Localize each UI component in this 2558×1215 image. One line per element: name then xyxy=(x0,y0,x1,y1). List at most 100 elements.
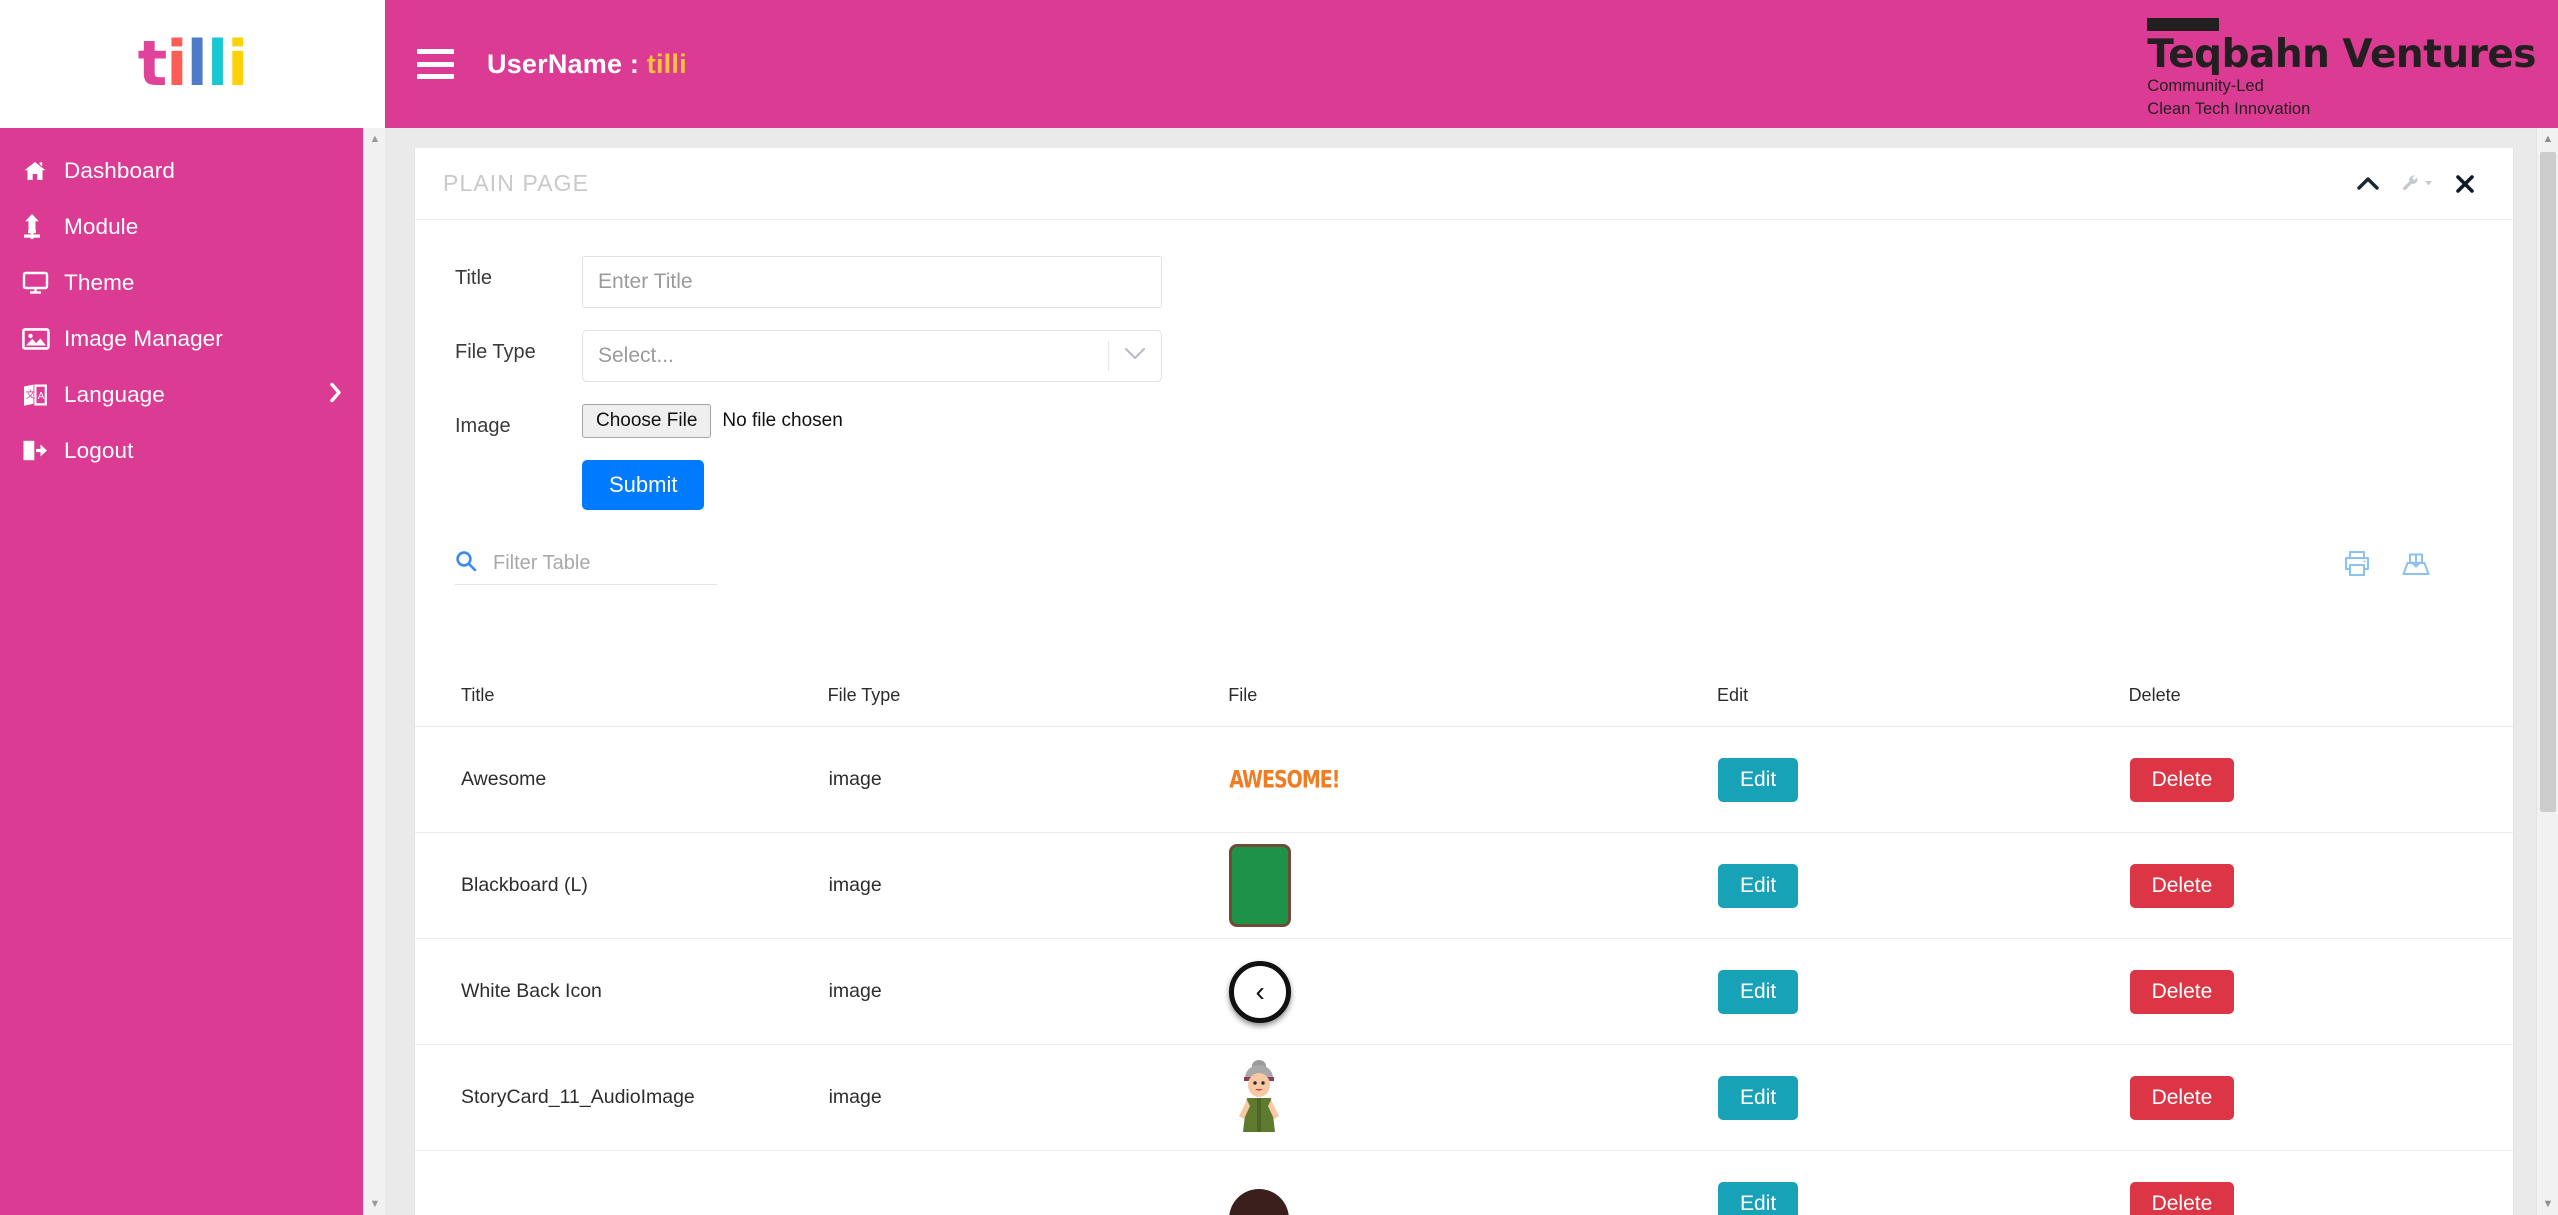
title-input[interactable] xyxy=(582,256,1162,308)
sidebar-scroll-up-icon[interactable]: ▲ xyxy=(364,128,386,150)
search-icon xyxy=(455,550,477,577)
content-scroll-up-icon[interactable]: ▲ xyxy=(2537,128,2558,150)
username-value: tilli xyxy=(646,48,687,79)
form-row-submit: Submit xyxy=(455,460,2513,510)
thumb-wrap xyxy=(1229,1188,1716,1215)
company-name: Teqbahn Ventures xyxy=(2147,32,2536,77)
hamburger-icon[interactable] xyxy=(417,49,454,79)
content-scroll-thumb[interactable] xyxy=(2540,152,2556,812)
delete-button[interactable]: Delete xyxy=(2129,757,2235,802)
collapse-icon[interactable] xyxy=(2357,176,2379,191)
select-separator xyxy=(1108,341,1109,371)
cell-file-type xyxy=(827,1150,1229,1215)
sidebar-item-image-manager[interactable]: Image Manager xyxy=(0,318,385,359)
username-display: UserName : tilli xyxy=(487,49,687,80)
monitor-icon xyxy=(22,271,64,295)
label-file-type: File Type xyxy=(455,341,536,363)
content-scrollbar[interactable]: ▲ ▼ xyxy=(2536,128,2558,1215)
delete-button[interactable]: Delete xyxy=(2129,863,2235,908)
cell-file-thumbnail: AWESOME! xyxy=(1228,726,1718,833)
files-table: Title File Type File Edit Delete Awesome… xyxy=(415,685,2513,1215)
print-icon[interactable] xyxy=(2343,550,2371,577)
cell-delete: Delete xyxy=(2128,1044,2513,1151)
panel-header: PLAIN PAGE xyxy=(415,148,2513,220)
delete-button[interactable]: Delete xyxy=(2129,1075,2235,1120)
company-logo-bar xyxy=(2147,18,2220,31)
green-board-thumb xyxy=(1229,844,1292,927)
edit-button[interactable]: Edit xyxy=(1718,757,1799,802)
logo-letter-l1: l xyxy=(186,27,208,100)
svg-text:A: A xyxy=(38,391,45,402)
app-logo[interactable]: tilli xyxy=(0,0,385,128)
table-row: Awesome image AWESOME! Edit Delete xyxy=(415,726,2513,833)
file-type-selected-value: Select... xyxy=(598,344,674,367)
plain-page-panel: PLAIN PAGE Title Enter Title File Type S… xyxy=(415,148,2513,1215)
file-upload-control: Choose File No file chosen xyxy=(582,404,843,438)
chevron-down-icon[interactable] xyxy=(1123,346,1147,366)
cell-file-type: image xyxy=(827,1044,1229,1151)
file-type-select[interactable]: Select... xyxy=(582,330,1162,382)
sidebar-item-module[interactable]: Module xyxy=(0,206,385,247)
label-image: Image xyxy=(455,415,511,437)
cell-title xyxy=(415,1150,828,1215)
content-scroll-down-icon[interactable]: ▼ xyxy=(2537,1193,2558,1215)
logo-letter-t: t xyxy=(137,27,168,100)
person-thumb xyxy=(1239,1059,1280,1132)
logout-icon xyxy=(22,439,64,462)
panel-tool-buttons xyxy=(2357,174,2475,194)
logo-letter-l2: l xyxy=(206,27,228,100)
cell-title: White Back Icon xyxy=(415,938,828,1045)
choose-file-button[interactable]: Choose File xyxy=(582,404,712,438)
image-icon xyxy=(22,327,64,351)
cell-file-type: image xyxy=(827,726,1229,833)
sidebar-label-image-manager: Image Manager xyxy=(64,325,223,351)
file-chosen-status: No file chosen xyxy=(722,410,843,431)
submit-button[interactable]: Submit xyxy=(582,460,705,510)
filter-table-input[interactable] xyxy=(491,551,706,576)
sidebar-item-theme[interactable]: Theme xyxy=(0,262,385,303)
cell-title: Awesome xyxy=(415,726,828,833)
logo-letter-i2: i xyxy=(227,27,248,100)
sidebar-item-language[interactable]: 文A Language xyxy=(0,374,385,415)
cell-edit: Edit xyxy=(1717,1044,2129,1151)
sidebar-scrollbar[interactable]: ▲ ▼ xyxy=(363,128,385,1215)
awesome-thumb-label: AWESOME! xyxy=(1229,765,1340,794)
cell-edit: Edit xyxy=(1717,726,2129,833)
cell-file-type: image xyxy=(827,938,1229,1045)
table-body: Awesome image AWESOME! Edit Delete Black… xyxy=(415,726,2513,1215)
cell-delete: Delete xyxy=(2128,938,2513,1045)
sidebar-label-logout: Logout xyxy=(64,437,134,463)
delete-button[interactable]: Delete xyxy=(2129,1181,2235,1215)
edit-button[interactable]: Edit xyxy=(1718,1075,1799,1120)
cell-edit: Edit xyxy=(1717,832,2129,939)
table-row: Blackboard (L) image Edit Delete xyxy=(415,832,2513,939)
sidebar-label-language: Language xyxy=(64,381,165,407)
tilli-logo-text: tilli xyxy=(138,33,249,95)
upload-arrow-icon xyxy=(22,214,64,239)
thumb-wrap xyxy=(1229,1058,1716,1138)
download-export-icon[interactable] xyxy=(2401,550,2431,577)
close-icon[interactable] xyxy=(2455,174,2475,194)
edit-button[interactable]: Edit xyxy=(1718,863,1799,908)
sidebar-item-logout[interactable]: Logout xyxy=(0,430,385,471)
sidebar-scroll-down-icon[interactable]: ▼ xyxy=(364,1193,386,1215)
edit-button[interactable]: Edit xyxy=(1718,969,1799,1014)
column-header-title: Title xyxy=(461,685,495,705)
cell-delete: Delete xyxy=(2128,832,2513,939)
settings-wrench-icon[interactable] xyxy=(2401,174,2433,193)
username-label: UserName : xyxy=(487,48,647,79)
chevron-right-icon xyxy=(329,381,343,408)
form-row-file-type: File Type Select... xyxy=(455,330,2513,382)
table-filter-row xyxy=(455,550,2513,610)
sidebar-label-module: Module xyxy=(64,213,139,239)
logo-letter-i: i xyxy=(166,27,187,100)
delete-button[interactable]: Delete xyxy=(2129,969,2235,1014)
sidebar-label-theme: Theme xyxy=(64,269,135,295)
edit-button[interactable]: Edit xyxy=(1718,1181,1799,1215)
cell-title: StoryCard_11_AudioImage xyxy=(415,1044,828,1151)
table-row: Edit Delete xyxy=(415,1150,2513,1215)
column-header-edit: Edit xyxy=(1717,685,1749,705)
sidebar-label-dashboard: Dashboard xyxy=(64,157,175,183)
sidebar-item-dashboard[interactable]: Dashboard xyxy=(0,150,385,191)
column-header-delete: Delete xyxy=(2128,685,2181,705)
